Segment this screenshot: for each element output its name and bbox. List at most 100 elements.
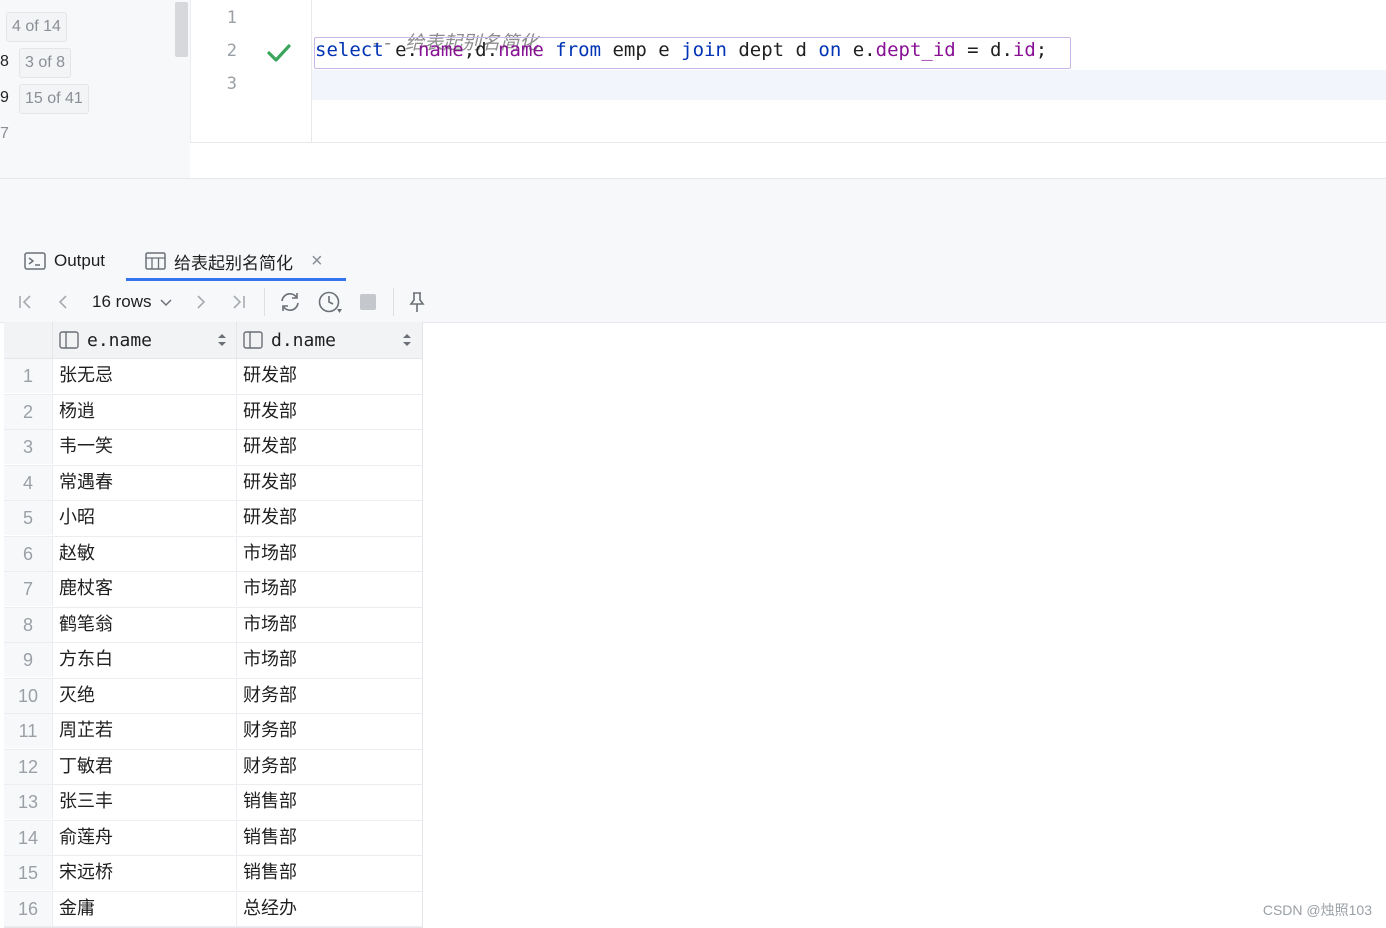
- sort-icon[interactable]: [217, 332, 227, 348]
- cell-e-name[interactable]: 宋远桥: [52, 856, 237, 890]
- cell-e-name[interactable]: 方东白: [52, 643, 237, 677]
- toolbar-separator: [393, 288, 394, 316]
- sql-text: e.: [383, 39, 418, 61]
- tab-output[interactable]: Output: [24, 240, 105, 282]
- cell-d-name[interactable]: 市场部: [236, 572, 422, 606]
- cell-d-name[interactable]: 销售部: [236, 785, 422, 819]
- rows-count-label: 16 rows: [92, 292, 152, 311]
- sql-field: name: [498, 39, 544, 61]
- cell-e-name[interactable]: 张三丰: [52, 785, 237, 819]
- cell-e-name[interactable]: 常遇春: [52, 465, 237, 500]
- cell-e-name[interactable]: 杨逍: [52, 394, 237, 429]
- active-tab-indicator: [126, 278, 346, 281]
- editor-gutter: 1 2 3: [191, 0, 312, 142]
- cell-e-name[interactable]: 韦一笑: [52, 430, 237, 464]
- editor-bottom-area: [190, 142, 1386, 179]
- cell-d-name[interactable]: 研发部: [236, 465, 422, 500]
- last-page-icon[interactable]: [228, 290, 250, 314]
- result-grid: e.name d.name 1 张无忌 研发部 2 杨逍 研发部 3 韦一笑 研发部 4 常遇春 研发…: [4, 322, 423, 928]
- cell-d-name[interactable]: 研发部: [236, 359, 422, 393]
- cell-d-name[interactable]: 销售部: [236, 856, 422, 890]
- close-icon[interactable]: ×: [311, 250, 323, 273]
- chevron-down-icon: [160, 299, 172, 307]
- row-number: 4: [4, 465, 52, 500]
- line-number: 1: [226, 8, 237, 28]
- cell-e-name[interactable]: 周芷若: [52, 714, 237, 748]
- sql-editor[interactable]: 1 2 3 -- 给表起别名简化 select e.name,d.name fr…: [190, 0, 1386, 142]
- first-page-icon[interactable]: [14, 290, 36, 314]
- cell-d-name[interactable]: 财务部: [236, 678, 422, 713]
- row-number: 3: [4, 430, 52, 464]
- table-row[interactable]: 1 张无忌 研发部: [4, 359, 422, 395]
- cell-d-name[interactable]: 财务部: [236, 749, 422, 784]
- column-header-e-name[interactable]: e.name: [52, 322, 237, 358]
- cell-e-name[interactable]: 鹿杖客: [52, 572, 237, 606]
- cell-d-name[interactable]: 财务部: [236, 714, 422, 748]
- table-row[interactable]: 2 杨逍 研发部: [4, 394, 422, 430]
- panel-divider[interactable]: [0, 178, 1386, 241]
- cell-d-name[interactable]: 销售部: [236, 820, 422, 855]
- table-row[interactable]: 10 灭绝 财务部: [4, 678, 422, 714]
- row-number-header: [4, 322, 52, 358]
- row-number: 11: [4, 714, 52, 748]
- cell-e-name[interactable]: 俞莲舟: [52, 820, 237, 855]
- cell-d-name[interactable]: 研发部: [236, 394, 422, 429]
- row-number: 6: [4, 536, 52, 571]
- row-number: 15: [4, 856, 52, 890]
- table-row[interactable]: 11 周芷若 财务部: [4, 714, 422, 750]
- cell-e-name[interactable]: 丁敏君: [52, 749, 237, 784]
- tab-output-label: Output: [54, 251, 106, 270]
- table-row[interactable]: 6 赵敏 市场部: [4, 536, 422, 572]
- cell-d-name[interactable]: 研发部: [236, 501, 422, 535]
- history-scrollbar[interactable]: [175, 2, 188, 57]
- row-number: 16: [4, 891, 52, 926]
- history-badge: 3 of 8: [19, 48, 72, 78]
- next-page-icon[interactable]: [190, 290, 212, 314]
- history-panel: 4 of 14 8 3 of 8 9 15 of 41 7: [0, 0, 190, 178]
- cell-e-name[interactable]: 金庸: [52, 891, 237, 926]
- history-clock-icon[interactable]: [316, 290, 344, 314]
- table-row[interactable]: 8 鹤笔翁 市场部: [4, 607, 422, 643]
- watermark: CSDN @烛照103: [1262, 902, 1372, 918]
- table-row[interactable]: 15 宋远桥 销售部: [4, 856, 422, 892]
- cell-d-name[interactable]: 市场部: [236, 536, 422, 571]
- sql-field: id: [1012, 39, 1036, 61]
- cell-e-name[interactable]: 张无忌: [52, 359, 237, 393]
- rows-count-select[interactable]: 16 rows: [92, 290, 174, 314]
- toolbar-separator: [264, 288, 265, 316]
- tab-result[interactable]: 给表起别名简化 ×: [145, 240, 323, 282]
- cell-d-name[interactable]: 市场部: [236, 643, 422, 677]
- cell-e-name[interactable]: 赵敏: [52, 536, 237, 571]
- cell-e-name[interactable]: 小昭: [52, 501, 237, 535]
- table-row[interactable]: 12 丁敏君 财务部: [4, 749, 422, 785]
- column-icon: [243, 331, 263, 349]
- table-row[interactable]: 4 常遇春 研发部: [4, 465, 422, 501]
- cell-d-name[interactable]: 总经办: [236, 891, 422, 926]
- table-row[interactable]: 7 鹿杖客 市场部: [4, 572, 422, 608]
- sql-text: ;: [1035, 39, 1048, 61]
- cell-e-name[interactable]: 鹤笔翁: [52, 607, 237, 642]
- table-row[interactable]: 5 小昭 研发部: [4, 501, 422, 537]
- stop-icon[interactable]: [357, 290, 379, 314]
- sql-keyword: from: [555, 39, 602, 61]
- cell-d-name[interactable]: 市场部: [236, 607, 422, 642]
- table-row[interactable]: 9 方东白 市场部: [4, 643, 422, 679]
- pin-icon[interactable]: [406, 290, 428, 314]
- line-number: 3: [226, 74, 237, 94]
- table-row[interactable]: 16 金庸 总经办: [4, 891, 422, 927]
- row-number: 12: [4, 749, 52, 784]
- previous-page-icon[interactable]: [52, 290, 74, 314]
- cell-d-name[interactable]: 研发部: [236, 430, 422, 464]
- refresh-icon[interactable]: [277, 290, 303, 314]
- row-number: 5: [4, 501, 52, 535]
- table-row[interactable]: 3 韦一笑 研发部: [4, 430, 422, 466]
- column-header-d-name[interactable]: d.name: [236, 322, 422, 358]
- history-number: 8: [0, 53, 9, 70]
- sql-keyword: on: [818, 39, 842, 61]
- sql-text: dept d: [726, 39, 819, 61]
- sort-icon[interactable]: [402, 332, 412, 348]
- table-row[interactable]: 14 俞莲舟 销售部: [4, 820, 422, 856]
- cell-e-name[interactable]: 灭绝: [52, 678, 237, 713]
- table-row[interactable]: 13 张三丰 销售部: [4, 785, 422, 821]
